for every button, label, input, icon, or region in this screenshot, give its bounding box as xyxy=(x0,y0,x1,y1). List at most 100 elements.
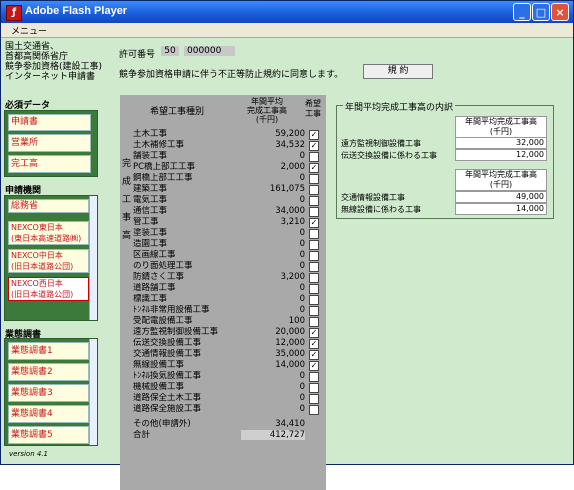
terms-button[interactable]: 規 約 xyxy=(363,64,433,79)
col-header-type: 希望工事種別 xyxy=(149,107,204,117)
wish-checkbox[interactable] xyxy=(309,152,319,162)
wish-checkbox[interactable]: ✓ xyxy=(309,141,319,151)
work-type-name: 道路保全施設工事 xyxy=(133,404,202,414)
work-type-amount[interactable]: 0 xyxy=(241,393,305,403)
maximize-button[interactable]: □ xyxy=(532,3,550,21)
minimize-button[interactable]: _ xyxy=(513,3,531,21)
wish-checkbox[interactable] xyxy=(309,196,319,206)
breakdown-header-2: 年間平均完成工事高 (千円) xyxy=(455,169,547,191)
window-title: Adobe Flash Player xyxy=(25,5,128,17)
bd-row-value[interactable]: 14,000 xyxy=(455,203,547,215)
wish-checkbox[interactable] xyxy=(309,174,319,184)
wish-checkbox[interactable] xyxy=(309,284,319,294)
bd-row-value[interactable]: 12,000 xyxy=(455,149,547,161)
work-type-amount[interactable]: 14,000 xyxy=(241,360,305,370)
survey-item-3[interactable]: 業態調書3 xyxy=(8,384,89,402)
wish-checkbox[interactable] xyxy=(309,317,319,327)
table-row: 受配電設備工事 100 xyxy=(120,316,326,327)
work-type-amount[interactable]: 0 xyxy=(241,305,305,315)
table-row: のり面処理工事 0 xyxy=(120,261,326,272)
work-type-amount[interactable]: 161,075 xyxy=(241,184,305,194)
permit-prefix: 50 xyxy=(161,46,179,56)
work-type-amount[interactable]: 0 xyxy=(241,173,305,183)
work-type-name: のり面処理工事 xyxy=(133,261,193,271)
work-type-amount[interactable]: 35,000 xyxy=(241,349,305,359)
wish-checkbox[interactable] xyxy=(309,372,319,382)
wish-checkbox[interactable] xyxy=(309,405,319,415)
work-type-name: 遠方監視制御設備工事 xyxy=(133,327,219,337)
work-type-amount[interactable]: 0 xyxy=(241,228,305,238)
work-type-amount[interactable]: 0 xyxy=(241,261,305,271)
wish-checkbox[interactable]: ✓ xyxy=(309,350,319,360)
required-item-application[interactable]: 申請書 xyxy=(8,114,91,131)
wish-checkbox[interactable] xyxy=(309,383,319,393)
work-type-amount[interactable]: 12,000 xyxy=(241,338,305,348)
work-type-amount[interactable]: 2,000 xyxy=(241,162,305,172)
org-line: 競争参加資格(建設工事) xyxy=(5,62,103,72)
table-row: 道路保全土木工事 0 xyxy=(120,393,326,404)
wish-checkbox[interactable]: ✓ xyxy=(309,339,319,349)
agency-item-nexco-west[interactable]: NEXCO西日本 (旧日本道路公団) xyxy=(8,277,89,301)
wish-checkbox[interactable] xyxy=(309,240,319,250)
work-type-name: PC橋上部工工事 xyxy=(133,162,196,172)
required-list: 申請書 営業所 完工高 xyxy=(4,110,98,177)
wish-checkbox[interactable] xyxy=(309,251,319,261)
other-value: 34,410 xyxy=(275,419,305,429)
wish-checkbox[interactable] xyxy=(309,229,319,239)
work-type-amount[interactable]: 0 xyxy=(241,151,305,161)
survey-item-1[interactable]: 業態調書1 xyxy=(8,342,89,360)
agency-item-mic[interactable]: 総務省 xyxy=(8,199,89,213)
work-type-amount[interactable]: 3,200 xyxy=(241,272,305,282)
work-type-amount[interactable]: 0 xyxy=(241,404,305,414)
wish-checkbox[interactable]: ✓ xyxy=(309,218,319,228)
permit-number: 000000 xyxy=(184,46,235,56)
agency-list: 総務省 NEXCO東日本 (東日本高速道路㈱) NEXCO中日本 (旧日本道路公… xyxy=(4,195,98,321)
required-item-completion[interactable]: 完工高 xyxy=(8,155,91,173)
work-type-name: 無線設備工事 xyxy=(133,360,185,370)
work-type-amount[interactable]: 0 xyxy=(241,250,305,260)
required-item-office[interactable]: 営業所 xyxy=(8,134,91,152)
work-type-amount[interactable]: 34,000 xyxy=(241,206,305,216)
survey-item-2[interactable]: 業態調書2 xyxy=(8,363,89,381)
survey-item-5[interactable]: 業態調書5 xyxy=(8,426,89,444)
wish-checkbox[interactable] xyxy=(309,306,319,316)
work-type-amount[interactable]: 0 xyxy=(241,382,305,392)
menu-item[interactable]: メニュー xyxy=(11,24,47,37)
wish-checkbox[interactable]: ✓ xyxy=(309,328,319,338)
close-button[interactable]: × xyxy=(551,3,569,21)
wish-checkbox[interactable] xyxy=(309,185,319,195)
work-type-amount[interactable]: 59,200 xyxy=(241,129,305,139)
work-type-amount[interactable]: 0 xyxy=(241,239,305,249)
work-type-amount[interactable]: 34,532 xyxy=(241,140,305,150)
work-type-name: 道路保全土木工事 xyxy=(133,393,202,403)
work-type-name: 機械設備工事 xyxy=(133,382,185,392)
work-type-amount[interactable]: 0 xyxy=(241,283,305,293)
org-header: 国土交通省、 首都高関係省庁 競争参加資格(建設工事) インターネット申請書 xyxy=(5,42,102,82)
wish-checkbox[interactable] xyxy=(309,262,319,272)
wish-checkbox[interactable] xyxy=(309,394,319,404)
agree-text: 競争参加資格申請に伴う不正等防止規約に同意します。 xyxy=(119,70,344,80)
wish-checkbox[interactable]: ✓ xyxy=(309,130,319,140)
agency-scrollbar[interactable] xyxy=(89,196,97,320)
work-type-amount[interactable]: 0 xyxy=(241,294,305,304)
version-label: version 4.1 xyxy=(9,450,48,458)
work-type-amount[interactable]: 100 xyxy=(241,316,305,326)
agency-item-nexco-central[interactable]: NEXCO中日本 (旧日本道路公団) xyxy=(8,249,89,273)
work-type-amount[interactable]: 0 xyxy=(241,371,305,381)
wish-checkbox[interactable] xyxy=(309,207,319,217)
work-type-name: 防錆さく工事 xyxy=(133,272,185,282)
wish-checkbox[interactable] xyxy=(309,273,319,283)
wish-checkbox[interactable]: ✓ xyxy=(309,163,319,173)
wish-checkbox[interactable]: ✓ xyxy=(309,361,319,371)
wish-checkbox[interactable] xyxy=(309,295,319,305)
bd-row-value[interactable]: 49,000 xyxy=(455,191,547,203)
survey-item-4[interactable]: 業態調書4 xyxy=(8,405,89,423)
work-type-amount[interactable]: 3,210 xyxy=(241,217,305,227)
work-type-name: 建築工事 xyxy=(133,184,168,194)
work-type-amount[interactable]: 20,000 xyxy=(241,327,305,337)
bd-row-value[interactable]: 32,000 xyxy=(455,137,547,149)
table-row: ﾄﾝﾈﾙ非常用設備工事 0 xyxy=(120,305,326,316)
work-type-amount[interactable]: 0 xyxy=(241,195,305,205)
agency-item-nexco-east[interactable]: NEXCO東日本 (東日本高速道路㈱) xyxy=(8,221,89,245)
survey-scrollbar[interactable] xyxy=(89,339,97,445)
